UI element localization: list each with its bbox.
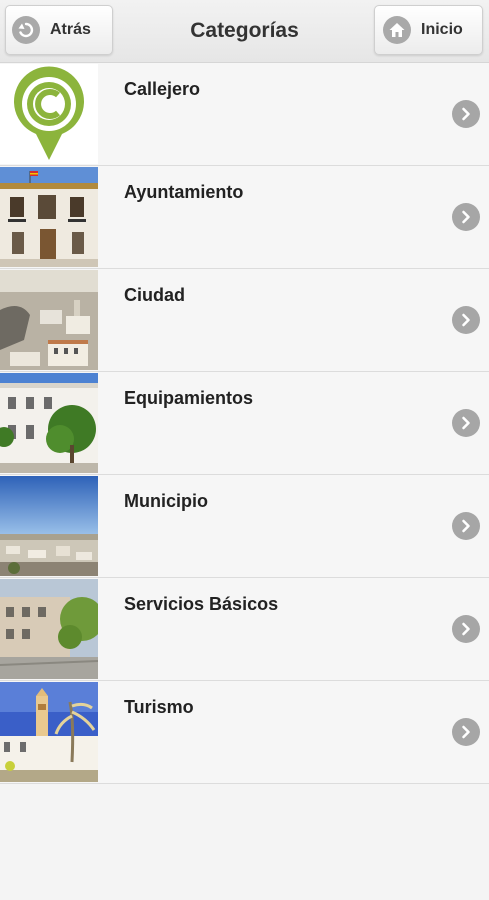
category-list: Callejero Ayuntamiento Ciudad Equipamien… (0, 63, 489, 784)
equipamientos-photo (0, 373, 98, 473)
chevron-right-icon (452, 512, 480, 540)
chevron-right-icon (452, 615, 480, 643)
category-item-municipio[interactable]: Municipio (0, 475, 489, 578)
back-arrow-icon (12, 16, 40, 44)
category-label: Municipio (124, 491, 208, 511)
category-label: Turismo (124, 697, 194, 717)
home-button-label: Inicio (421, 21, 463, 38)
category-item-callejero[interactable]: Callejero (0, 63, 489, 166)
turismo-photo (0, 682, 98, 782)
callejero-logo (0, 64, 98, 164)
chevron-right-icon (452, 718, 480, 746)
back-button[interactable]: Atrás (5, 5, 113, 55)
chevron-right-icon (452, 203, 480, 231)
home-icon (383, 16, 411, 44)
back-button-label: Atrás (50, 21, 91, 38)
home-button[interactable]: Inicio (374, 5, 483, 55)
municipio-photo (0, 476, 98, 576)
category-label: Ciudad (124, 285, 185, 305)
servicios-basicos-photo (0, 579, 98, 679)
ayuntamiento-photo (0, 167, 98, 267)
category-label: Servicios Básicos (124, 594, 279, 614)
category-label: Callejero (124, 79, 201, 99)
category-label: Ayuntamiento (124, 182, 244, 202)
top-bar: Atrás Categorías Inicio (0, 0, 489, 63)
category-item-turismo[interactable]: Turismo (0, 681, 489, 784)
category-label: Equipamientos (124, 388, 254, 408)
category-item-ciudad[interactable]: Ciudad (0, 269, 489, 372)
chevron-right-icon (452, 409, 480, 437)
ciudad-photo (0, 270, 98, 370)
category-item-servicios-basicos[interactable]: Servicios Básicos (0, 578, 489, 681)
category-item-equipamientos[interactable]: Equipamientos (0, 372, 489, 475)
category-item-ayuntamiento[interactable]: Ayuntamiento (0, 166, 489, 269)
chevron-right-icon (452, 306, 480, 334)
chevron-right-icon (452, 100, 480, 128)
